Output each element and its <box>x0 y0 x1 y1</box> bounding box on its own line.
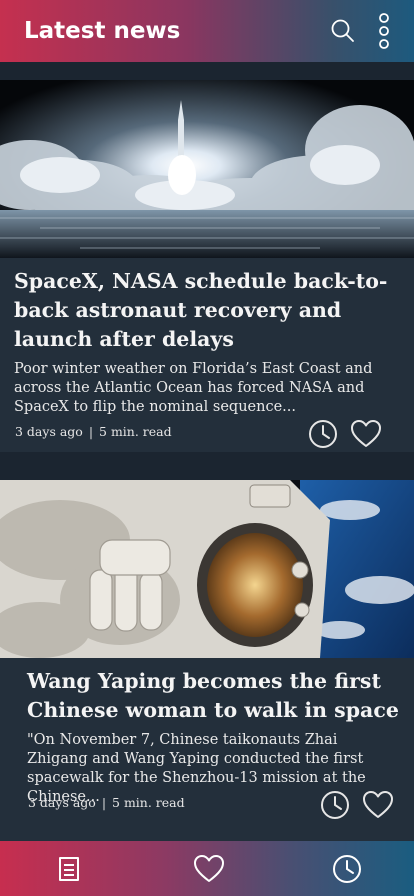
news-feed[interactable]: SpaceX, NASA schedule back-to-back astro… <box>0 62 414 841</box>
nav-favorites-button[interactable] <box>189 849 229 889</box>
search-button[interactable] <box>328 16 358 46</box>
read-later-button[interactable] <box>318 788 352 822</box>
news-document-icon <box>59 857 79 881</box>
search-icon <box>331 19 354 42</box>
rocket-launch-image[interactable] <box>0 80 414 258</box>
nav-read-later-button[interactable] <box>327 849 367 889</box>
article-age: 3 days ago <box>28 795 96 810</box>
news-card[interactable]: Wang Yaping becomes the first Chinese wo… <box>0 480 414 841</box>
page-title: Latest news <box>24 18 181 44</box>
meta-separator: | <box>88 424 94 439</box>
news-card[interactable]: SpaceX, NASA schedule back-to-back astro… <box>0 80 414 485</box>
meta-separator: | <box>101 795 107 810</box>
article-summary: Poor winter weather on Florida’s East Co… <box>14 361 373 415</box>
nav-news-button[interactable] <box>49 849 89 889</box>
astronaut-spacewalk-image[interactable] <box>0 480 414 658</box>
favorite-button[interactable] <box>349 417 383 451</box>
favorite-button[interactable] <box>361 788 395 822</box>
article-meta: 3 days ago | 5 min. read <box>28 795 185 810</box>
clock-icon <box>333 855 361 883</box>
heart-icon <box>194 855 224 882</box>
more-vertical-icon <box>379 13 389 49</box>
article-headline[interactable]: SpaceX, NASA schedule back-to-back astro… <box>14 267 404 354</box>
clock-icon <box>321 791 349 819</box>
heart-icon <box>351 420 381 447</box>
bottom-navigation <box>0 841 414 896</box>
article-read-time: 5 min. read <box>99 424 172 439</box>
article-headline[interactable]: Wang Yaping becomes the first Chinese wo… <box>27 667 407 725</box>
read-later-button[interactable] <box>306 417 340 451</box>
more-options-button[interactable] <box>372 11 396 51</box>
heart-icon <box>363 791 393 818</box>
clock-icon <box>309 420 337 448</box>
article-age: 3 days ago <box>15 424 83 439</box>
article-meta: 3 days ago | 5 min. read <box>15 424 172 439</box>
top-app-bar: Latest news <box>0 0 414 62</box>
article-read-time: 5 min. read <box>112 795 185 810</box>
